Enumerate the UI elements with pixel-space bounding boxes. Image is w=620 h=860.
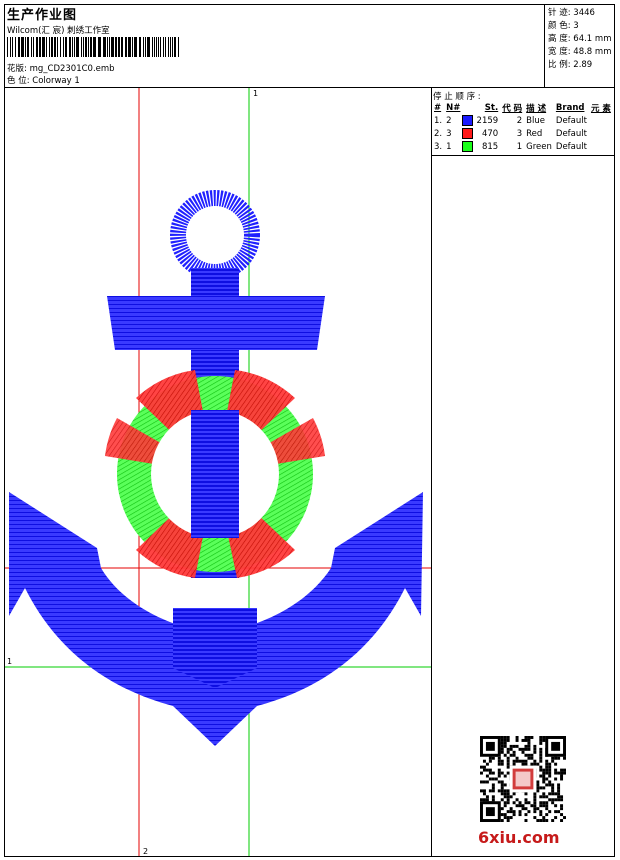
qr-code <box>480 736 566 822</box>
color-swatch <box>461 115 473 126</box>
stat-width: 宽 度: 48.8 mm <box>548 45 611 57</box>
col-code: 代 码 <box>502 103 523 114</box>
colorway-label: 色 位: <box>7 76 30 86</box>
col-element: 元 素 <box>590 103 611 114</box>
row-index: 2. <box>434 128 443 139</box>
table-row: 2. 3 470 3 Red Default <box>432 127 613 140</box>
row-code: 1 <box>516 141 523 152</box>
row-element <box>589 127 613 140</box>
barcode <box>7 37 179 57</box>
row-needle: 3 <box>444 127 474 140</box>
row-description: Blue <box>526 115 545 126</box>
row-stitches: 2159 <box>476 115 499 126</box>
design-file-name: mg_CD2301C0.emb <box>29 64 115 74</box>
row-brand: Default <box>555 128 587 139</box>
stat-scale: 比 例: 2.89 <box>548 58 592 70</box>
color-swatch <box>461 128 473 139</box>
stat-stitches-label: 针 迹: <box>548 8 571 18</box>
guide-label-green-left: 1 <box>7 657 12 666</box>
row-brand: Default <box>555 141 587 152</box>
row-code: 2 <box>516 115 523 126</box>
guide-label-green-top: 1 <box>253 89 258 98</box>
guide-label-red-bottom: 2 <box>143 847 148 856</box>
row-brand: Default <box>555 115 587 126</box>
table-divider <box>431 155 615 156</box>
stat-stitches-value: 3446 <box>573 8 595 18</box>
col-stitches: St. <box>484 102 499 113</box>
color-swatch <box>461 141 473 152</box>
col-index: # <box>434 102 442 113</box>
design-canvas: 1 1 2 <box>5 88 431 856</box>
design-file-row: 花版: mg_CD2301C0.emb <box>7 62 115 74</box>
col-description: 描 述 <box>526 103 547 114</box>
row-element <box>589 114 613 127</box>
stat-colors: 颜 色: 3 <box>548 19 579 31</box>
needle-number: 2 <box>446 116 452 126</box>
row-index: 1. <box>434 115 443 126</box>
row-element <box>589 140 613 153</box>
stat-width-value: 48.8 mm <box>573 47 612 57</box>
stat-height-value: 64.1 mm <box>573 34 612 44</box>
lifebuoy <box>105 370 325 578</box>
panel-divider <box>431 87 432 857</box>
watermark: 6xiu.com <box>478 828 560 847</box>
page-title: 生产作业图 <box>7 8 78 23</box>
stat-colors-label: 颜 色: <box>548 21 571 31</box>
col-needle: N# <box>446 102 461 113</box>
stop-sequence-table: # N# St. 代 码 描 述 Brand 元 素 1. 2 2159 2 Blue D… <box>432 101 613 153</box>
row-index: 3. <box>434 141 443 152</box>
table-row: 1. 2 2159 2 Blue Default <box>432 114 613 127</box>
software-label: Wilcom(汇 宸) 刺绣工作室 <box>7 26 110 36</box>
row-description: Red <box>526 128 543 139</box>
stat-height: 高 度: 64.1 mm <box>548 32 611 44</box>
colorway-row: 色 位: Colorway 1 <box>7 74 80 86</box>
stat-scale-value: 2.89 <box>573 60 593 70</box>
row-needle: 2 <box>444 114 474 127</box>
needle-number: 1 <box>446 142 452 152</box>
table-row: 3. 1 815 1 Green Default <box>432 140 613 153</box>
col-brand: Brand <box>555 102 585 113</box>
row-stitches: 815 <box>481 141 499 152</box>
row-description: Green <box>526 141 552 152</box>
stats-divider <box>544 4 545 88</box>
needle-number: 3 <box>446 129 452 139</box>
table-header-row: # N# St. 代 码 描 述 Brand 元 素 <box>432 101 613 114</box>
stat-colors-value: 3 <box>573 21 579 31</box>
stat-stitches: 针 迹: 3446 <box>548 6 595 18</box>
anchor-ring <box>170 190 260 280</box>
design-file-label: 花版: <box>7 64 27 74</box>
row-needle: 1 <box>444 140 474 153</box>
row-stitches: 470 <box>481 128 499 139</box>
stat-scale-label: 比 例: <box>548 60 571 70</box>
row-code: 3 <box>516 128 523 139</box>
anchor-crossbar <box>107 296 325 350</box>
colorway-name: Colorway 1 <box>32 76 80 86</box>
stat-width-label: 宽 度: <box>548 47 571 57</box>
stat-height-label: 高 度: <box>548 34 571 44</box>
